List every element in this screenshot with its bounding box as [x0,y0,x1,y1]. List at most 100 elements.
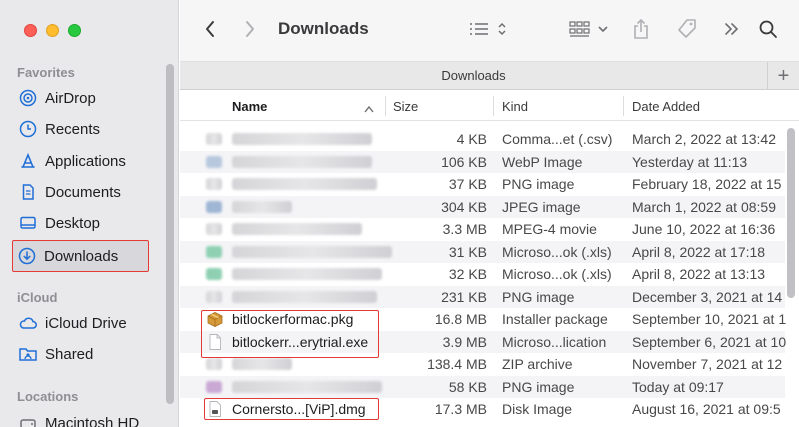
file-kind: JPEG image [502,198,581,215]
file-kind: PNG image [502,176,575,192]
blurred-file-name [232,200,292,213]
sidebar-section-favorites: Favorites [17,65,75,80]
column-header-date-added[interactable]: Date Added [632,99,700,114]
sidebar-item-label: Documents [45,183,121,201]
blurred-file-name [232,380,382,393]
minimize-window-button[interactable] [46,24,59,37]
file-list-scrollbar[interactable] [787,128,795,298]
back-button[interactable] [200,18,220,44]
file-row[interactable]: 3.3 MB MPEG-4 movie June 10, 2022 at 16:… [180,218,785,241]
sidebar-item-label: Desktop [45,214,101,232]
sidebar-item-label: AirDrop [45,89,96,107]
file-row[interactable]: 58 KB PNG image Today at 09:17 [180,375,785,398]
sidebar-item-documents[interactable]: Documents [14,177,148,207]
file-kind: WebP Image [502,153,583,170]
file-row[interactable]: 32 KB Microso...ok (.xls) April 8, 2022 … [180,263,785,286]
file-size: 3.3 MB [442,221,487,237]
sidebar-item-label: Shared [45,345,94,363]
tags-button[interactable] [675,18,699,44]
file-kind: Microso...lication [502,333,607,350]
double-chevron-right-icon [723,20,741,43]
more-toolbar-button[interactable] [720,18,744,44]
file-kind: ZIP archive [502,356,573,372]
document-icon [18,182,38,202]
sidebar-item-downloads[interactable]: Downloads [12,240,149,272]
sidebar-item-icloud-drive[interactable]: iCloud Drive [14,308,148,338]
file-date-added: September 10, 2021 at 1 [632,311,787,327]
file-size: 231 KB [441,288,487,305]
search-icon [758,19,778,44]
file-size: 37 KB [448,176,487,192]
sidebar-item-desktop[interactable]: Desktop [14,208,148,238]
sidebar-scrollbar[interactable] [166,64,174,404]
column-divider[interactable] [493,96,494,116]
plus-icon: + [777,64,790,87]
blurred-file-name [232,223,362,235]
sidebar: Favorites AirDrop Recents Applications D… [0,0,179,427]
group-by-button[interactable] [568,18,610,44]
sidebar-item-label: Macintosh HD [45,414,140,427]
blurred-file-icon [206,133,222,145]
search-button[interactable] [756,18,780,44]
view-options-button[interactable] [466,18,510,44]
file-row[interactable]: 231 KB PNG image December 3, 2021 at 14 [180,285,785,308]
sidebar-item-macintosh-hd[interactable]: Macintosh HD [14,408,148,427]
grid-view-icon [568,19,610,44]
sidebar-item-airdrop[interactable]: AirDrop [14,83,148,113]
blurred-file-name [232,245,392,258]
file-date-added: June 10, 2022 at 16:36 [632,221,776,237]
blurred-file-name [232,178,377,190]
column-divider[interactable] [623,96,624,116]
file-kind: Disk Image [502,401,573,417]
forward-button[interactable] [240,18,260,44]
file-size: 4 KB [456,131,487,147]
sidebar-item-recents[interactable]: Recents [14,114,148,144]
list-view-icon [468,19,508,44]
file-date-added: February 18, 2022 at 15 [632,176,782,192]
file-date-added: April 8, 2022 at 13:13 [632,266,766,282]
chevron-right-icon [244,19,256,44]
file-row[interactable]: 106 KB WebP Image Yesterday at 11:13 [180,150,785,173]
blurred-file-icon [206,245,222,258]
sidebar-item-label: Downloads [44,247,119,265]
blurred-file-icon [206,200,222,213]
file-size: 3.9 MB [442,333,487,350]
column-header-kind[interactable]: Kind [502,99,528,114]
tab-bar: Downloads + [180,62,799,90]
shared-folder-icon [18,344,38,364]
file-date-added: September 6, 2021 at 10 [632,333,787,350]
file-row[interactable]: 31 KB Microso...ok (.xls) April 8, 2022 … [180,240,785,263]
column-divider[interactable] [385,96,386,116]
file-row[interactable]: 4 KB Comma...et (.csv) March 2, 2022 at … [180,128,785,151]
blurred-file-icon [206,223,222,235]
file-row[interactable]: 37 KB PNG image February 18, 2022 at 15 [180,173,785,196]
sidebar-section-locations: Locations [17,389,79,404]
file-size: 304 KB [441,198,487,215]
column-header-size[interactable]: Size [393,99,418,114]
highlight-box-dmg-file [204,398,379,420]
file-kind: Comma...et (.csv) [502,131,613,147]
file-size: 106 KB [441,153,487,170]
tab-downloads[interactable]: Downloads [180,68,767,83]
column-header-name[interactable]: Name [232,99,267,114]
sidebar-item-applications[interactable]: Applications [14,146,148,176]
blurred-file-icon [206,155,222,168]
file-date-added: Today at 09:17 [632,378,724,395]
sidebar-item-label: iCloud Drive [45,314,127,332]
applications-icon [18,151,38,171]
tag-icon [676,18,698,45]
zoom-window-button[interactable] [68,24,81,37]
download-icon [17,246,37,266]
file-row[interactable]: 304 KB JPEG image March 1, 2022 at 08:59 [180,195,785,218]
disk-icon [18,413,38,427]
desktop-icon [18,213,38,233]
new-tab-button[interactable]: + [767,62,799,90]
blurred-file-name [232,155,372,168]
blurred-file-icon [206,358,222,370]
file-size: 16.8 MB [434,311,487,327]
share-button[interactable] [630,18,652,44]
sidebar-item-shared[interactable]: Shared [14,339,148,369]
highlight-box-bitlocker-files [201,310,379,358]
close-window-button[interactable] [24,24,37,37]
toolbar: Downloads [180,0,799,62]
